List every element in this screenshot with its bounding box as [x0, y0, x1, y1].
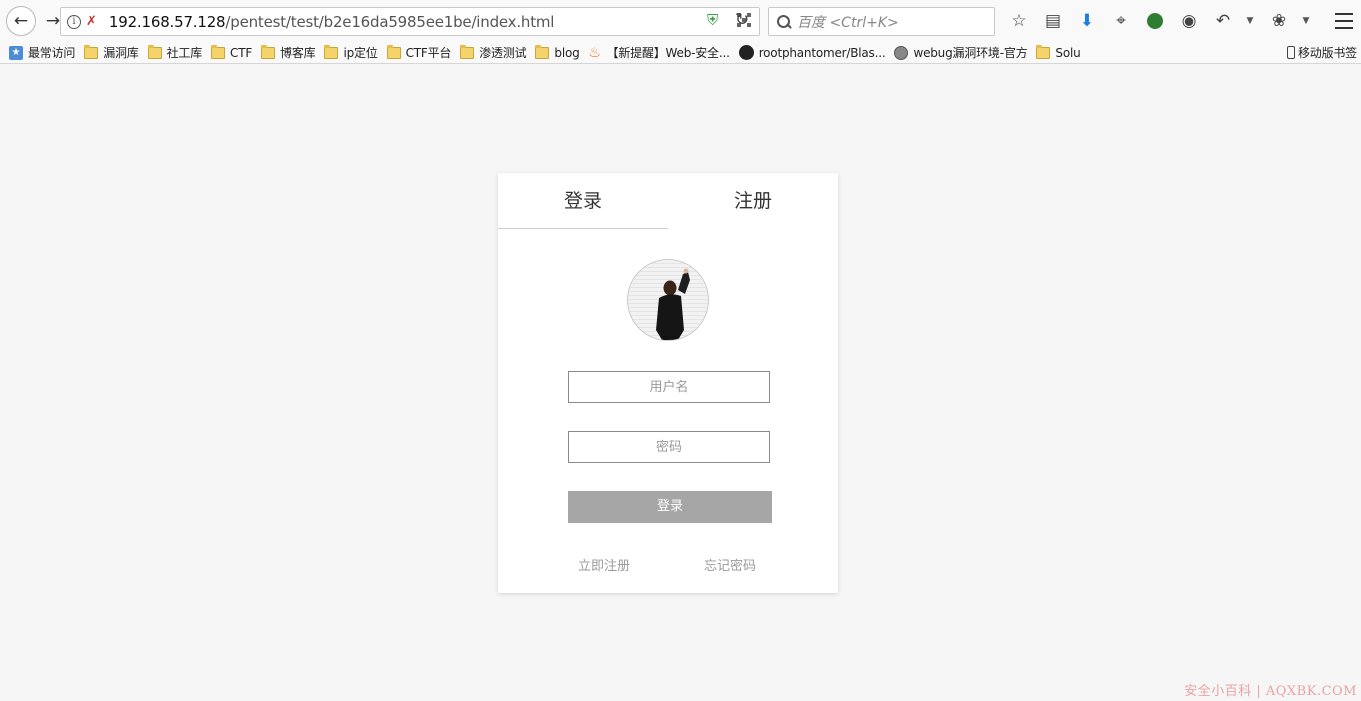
insecure-lock-icon[interactable]: ✗: [86, 14, 97, 29]
url-path: /pentest/test/b2e16da5985ee1be/index.htm…: [225, 12, 555, 31]
bookmark-item[interactable]: 博客库: [261, 43, 316, 63]
bookmark-item[interactable]: Solu: [1036, 43, 1081, 63]
reload-icon[interactable]: ↻: [735, 10, 749, 30]
avatar-image: [656, 268, 690, 340]
url-host: 192.168.57.128: [108, 12, 226, 31]
folder-icon: [324, 44, 339, 59]
bookmark-label: blog: [554, 45, 580, 60]
bookmark-item[interactable]: blog: [535, 43, 580, 63]
back-button[interactable]: ←: [6, 6, 36, 36]
arrow-left-icon: ←: [13, 11, 29, 31]
login-card: 登录 注册 登录 立即注册 忘记密码: [498, 173, 838, 593]
password-field[interactable]: [568, 431, 770, 463]
bookmark-label: rootphantomer/Blas...: [758, 45, 886, 60]
folder-icon: [84, 44, 99, 59]
folder-icon: [1036, 44, 1051, 59]
globe-icon: [894, 45, 909, 60]
address-bar[interactable]: i ✗ 192.168.57.128/pentest/test/b2e16da5…: [60, 7, 760, 36]
bookmark-item[interactable]: 社工库: [147, 43, 203, 63]
browser-toolbar: ← → i ✗ 192.168.57.128/pentest/test/b2e1…: [0, 0, 1361, 42]
download-icon[interactable]: ⬇: [1073, 8, 1101, 34]
palette-icon[interactable]: ◉: [1175, 8, 1203, 34]
arrow-right-icon: →: [45, 11, 61, 31]
bookmark-item[interactable]: webug漏洞环境-官方: [894, 43, 1028, 63]
bookmark-item[interactable]: rootphantomer/Blas...: [738, 43, 886, 63]
url-text[interactable]: 192.168.57.128/pentest/test/b2e16da5985e…: [108, 12, 555, 31]
reader-icon[interactable]: ▤: [1039, 8, 1067, 34]
bookmark-label: ip定位: [343, 46, 378, 60]
chevron-down-icon[interactable]: ▼: [1243, 16, 1257, 26]
bookmark-item[interactable]: CTF平台: [386, 43, 452, 63]
bookmark-label: CTF平台: [405, 46, 452, 60]
login-button[interactable]: 登录: [568, 491, 772, 523]
register-link[interactable]: 立即注册: [578, 555, 630, 574]
search-icon: [777, 14, 791, 29]
avatar: [627, 259, 709, 341]
toolbar-icons: ☆ ▤ ⬇ ⌖ ◉ ↶ ▼ ❀ ▼: [1005, 8, 1321, 34]
info-icon[interactable]: i: [67, 14, 81, 29]
crop-icon[interactable]: ⌖: [1107, 8, 1135, 34]
extension-icon[interactable]: [1141, 8, 1169, 34]
tab-register[interactable]: 注册: [668, 173, 838, 229]
bookmark-item[interactable]: ip定位: [324, 43, 378, 63]
search-placeholder: 百度 <Ctrl+K>: [797, 14, 899, 31]
bookmark-label: 渗透测试: [479, 46, 527, 60]
bookmark-label: 【新提醒】Web-安全...: [606, 46, 730, 60]
folder-icon: [261, 44, 276, 59]
bookmark-label: webug漏洞环境-官方: [913, 46, 1028, 60]
bookmark-label: 社工库: [166, 46, 203, 60]
site-icon: ♨: [588, 44, 602, 61]
folder-icon: [211, 44, 226, 59]
bookmark-item[interactable]: 渗透测试: [460, 43, 527, 63]
mobile-bookmarks-label: 移动版书签: [1297, 46, 1357, 60]
bookmark-item[interactable]: 漏洞库: [84, 43, 139, 63]
folder-icon: [535, 44, 550, 59]
bookmark-label: 漏洞库: [103, 46, 139, 60]
bookmark-item[interactable]: ★ 最常访问: [9, 43, 75, 63]
bookmark-label: 博客库: [280, 46, 316, 60]
folder-icon: [460, 44, 475, 59]
bookmark-label: CTF: [230, 45, 253, 60]
chevron-down-icon[interactable]: ▼: [1299, 16, 1313, 26]
bookmark-item[interactable]: ♨ 【新提醒】Web-安全...: [589, 43, 730, 63]
hamburger-menu-icon[interactable]: [1335, 13, 1353, 29]
bookmark-label: 最常访问: [28, 46, 76, 60]
bookmarks-bar: ★ 最常访问 漏洞库 社工库 CTF 博客库 ip定位 CTF平台 渗透测试 b…: [0, 42, 1361, 64]
mobile-bookmarks[interactable]: 移动版书签: [1286, 44, 1357, 61]
bug-icon[interactable]: ❀: [1265, 8, 1293, 34]
forgot-password-link[interactable]: 忘记密码: [704, 555, 756, 574]
watermark: 安全小百科 | AQXBK.COM: [1184, 684, 1357, 699]
tab-login[interactable]: 登录: [498, 173, 668, 229]
star-icon[interactable]: ☆: [1005, 8, 1033, 34]
github-icon: [738, 45, 754, 60]
folder-icon: [147, 44, 162, 59]
phone-icon: [1286, 46, 1295, 59]
bookmark-item[interactable]: CTF: [211, 43, 252, 63]
most-visited-icon: ★: [9, 45, 23, 60]
search-bar[interactable]: 百度 <Ctrl+K>: [768, 7, 995, 36]
shield-icon[interactable]: ⛨: [707, 12, 721, 28]
bookmark-label: Solu: [1055, 45, 1081, 60]
username-field[interactable]: [568, 371, 770, 403]
folder-icon: [386, 44, 401, 59]
undo-icon[interactable]: ↶: [1209, 8, 1237, 34]
